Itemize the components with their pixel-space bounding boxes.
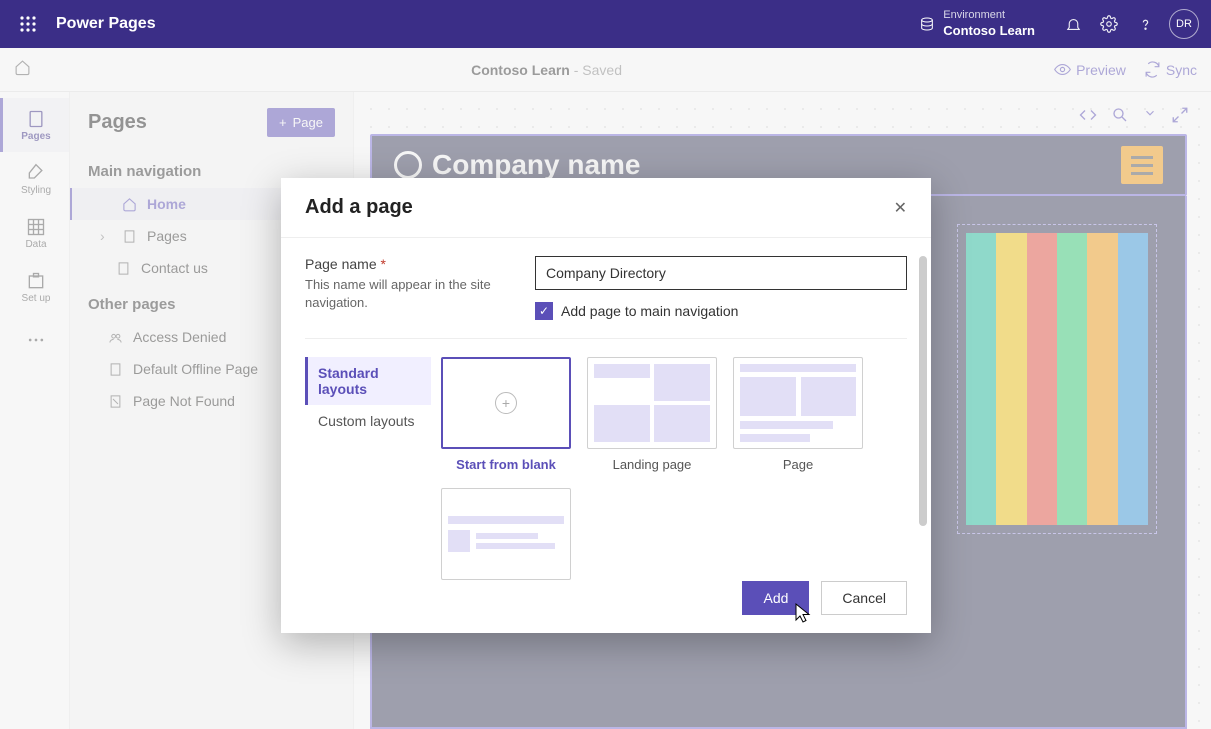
- layout-start-blank[interactable]: + Start from blank: [441, 357, 571, 472]
- dialog-title: Add a page: [305, 196, 413, 219]
- tab-standard-layouts[interactable]: Standard layouts: [305, 357, 431, 405]
- notifications-icon[interactable]: [1055, 6, 1091, 42]
- page-name-hint: This name will appear in the site naviga…: [305, 276, 515, 312]
- global-header: Power Pages Environment Contoso Learn DR: [0, 0, 1211, 48]
- app-launcher-icon[interactable]: [12, 8, 44, 40]
- layout-landing[interactable]: Landing page: [587, 357, 717, 472]
- cancel-button[interactable]: Cancel: [821, 581, 907, 615]
- help-icon[interactable]: [1127, 6, 1163, 42]
- product-name: Power Pages: [56, 15, 156, 33]
- page-name-label: Page name: [305, 256, 377, 272]
- tab-custom-layouts[interactable]: Custom layouts: [305, 405, 431, 437]
- settings-icon[interactable]: [1091, 6, 1127, 42]
- add-to-nav-checkbox[interactable]: ✓Add page to main navigation: [535, 302, 907, 320]
- add-button[interactable]: Add: [742, 581, 809, 615]
- add-page-dialog: Add a page ✕ Page name * This name will …: [281, 178, 931, 633]
- layout-extra[interactable]: [441, 488, 571, 580]
- environment-name: Contoso Learn: [943, 23, 1035, 40]
- user-avatar[interactable]: DR: [1169, 9, 1199, 39]
- close-icon[interactable]: ✕: [894, 198, 907, 218]
- page-name-input[interactable]: [535, 256, 907, 290]
- layout-page[interactable]: Page: [733, 357, 863, 472]
- environment-label: Environment: [943, 8, 1035, 22]
- environment-picker[interactable]: Environment Contoso Learn: [919, 8, 1035, 39]
- scrollbar[interactable]: [919, 256, 927, 526]
